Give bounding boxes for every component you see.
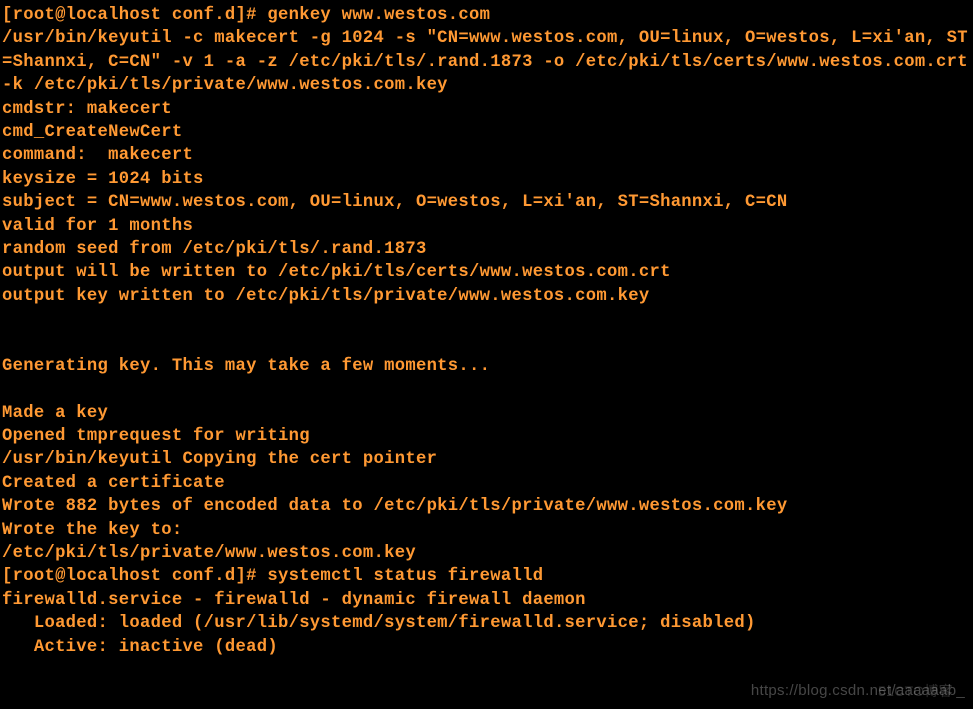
terminal-output-line: valid for 1 months: [2, 215, 971, 238]
terminal-output-line: [2, 378, 971, 401]
prompt-text: [root@localhost conf.d]#: [2, 567, 267, 586]
terminal-output-line: Created a certificate: [2, 472, 971, 495]
watermark-text-2: 51CTO博客: [878, 682, 953, 701]
prompt-text: [root@localhost conf.d]#: [2, 6, 267, 25]
terminal-output-line: [2, 308, 971, 331]
terminal-line-prompt2[interactable]: [root@localhost conf.d]# systemctl statu…: [2, 565, 971, 588]
terminal-output-line: Wrote 882 bytes of encoded data to /etc/…: [2, 495, 971, 518]
terminal-output-line: Active: inactive (dead): [2, 636, 971, 659]
terminal-output-line: cmd_CreateNewCert: [2, 121, 971, 144]
terminal-output-line: Generating key. This may take a few mome…: [2, 355, 971, 378]
terminal-output-line: command: makecert: [2, 144, 971, 167]
command-text: genkey www.westos.com: [267, 6, 490, 25]
terminal-output-line: Made a key: [2, 402, 971, 425]
terminal-output-line: output will be written to /etc/pki/tls/c…: [2, 261, 971, 284]
command-text: systemctl status firewalld: [267, 567, 543, 586]
terminal-output-line: Loaded: loaded (/usr/lib/systemd/system/…: [2, 612, 971, 635]
terminal-output-line: random seed from /etc/pki/tls/.rand.1873: [2, 238, 971, 261]
terminal-output-line: /usr/bin/keyutil -c makecert -g 1024 -s …: [2, 27, 971, 97]
terminal-output-line: Opened tmprequest for writing: [2, 425, 971, 448]
terminal-line-prompt1[interactable]: [root@localhost conf.d]# genkey www.west…: [2, 4, 971, 27]
terminal-output-line: keysize = 1024 bits: [2, 168, 971, 191]
terminal-output-line: firewalld.service - firewalld - dynamic …: [2, 589, 971, 612]
terminal-output-line: Wrote the key to:: [2, 519, 971, 542]
terminal-output-line: subject = CN=www.westos.com, OU=linux, O…: [2, 191, 971, 214]
terminal-output-line: output key written to /etc/pki/tls/priva…: [2, 285, 971, 308]
terminal-output-line: /etc/pki/tls/private/www.westos.com.key: [2, 542, 971, 565]
terminal-output-line: cmdstr: makecert: [2, 98, 971, 121]
terminal-output-line: /usr/bin/keyutil Copying the cert pointe…: [2, 448, 971, 471]
terminal-output-line: [2, 331, 971, 354]
